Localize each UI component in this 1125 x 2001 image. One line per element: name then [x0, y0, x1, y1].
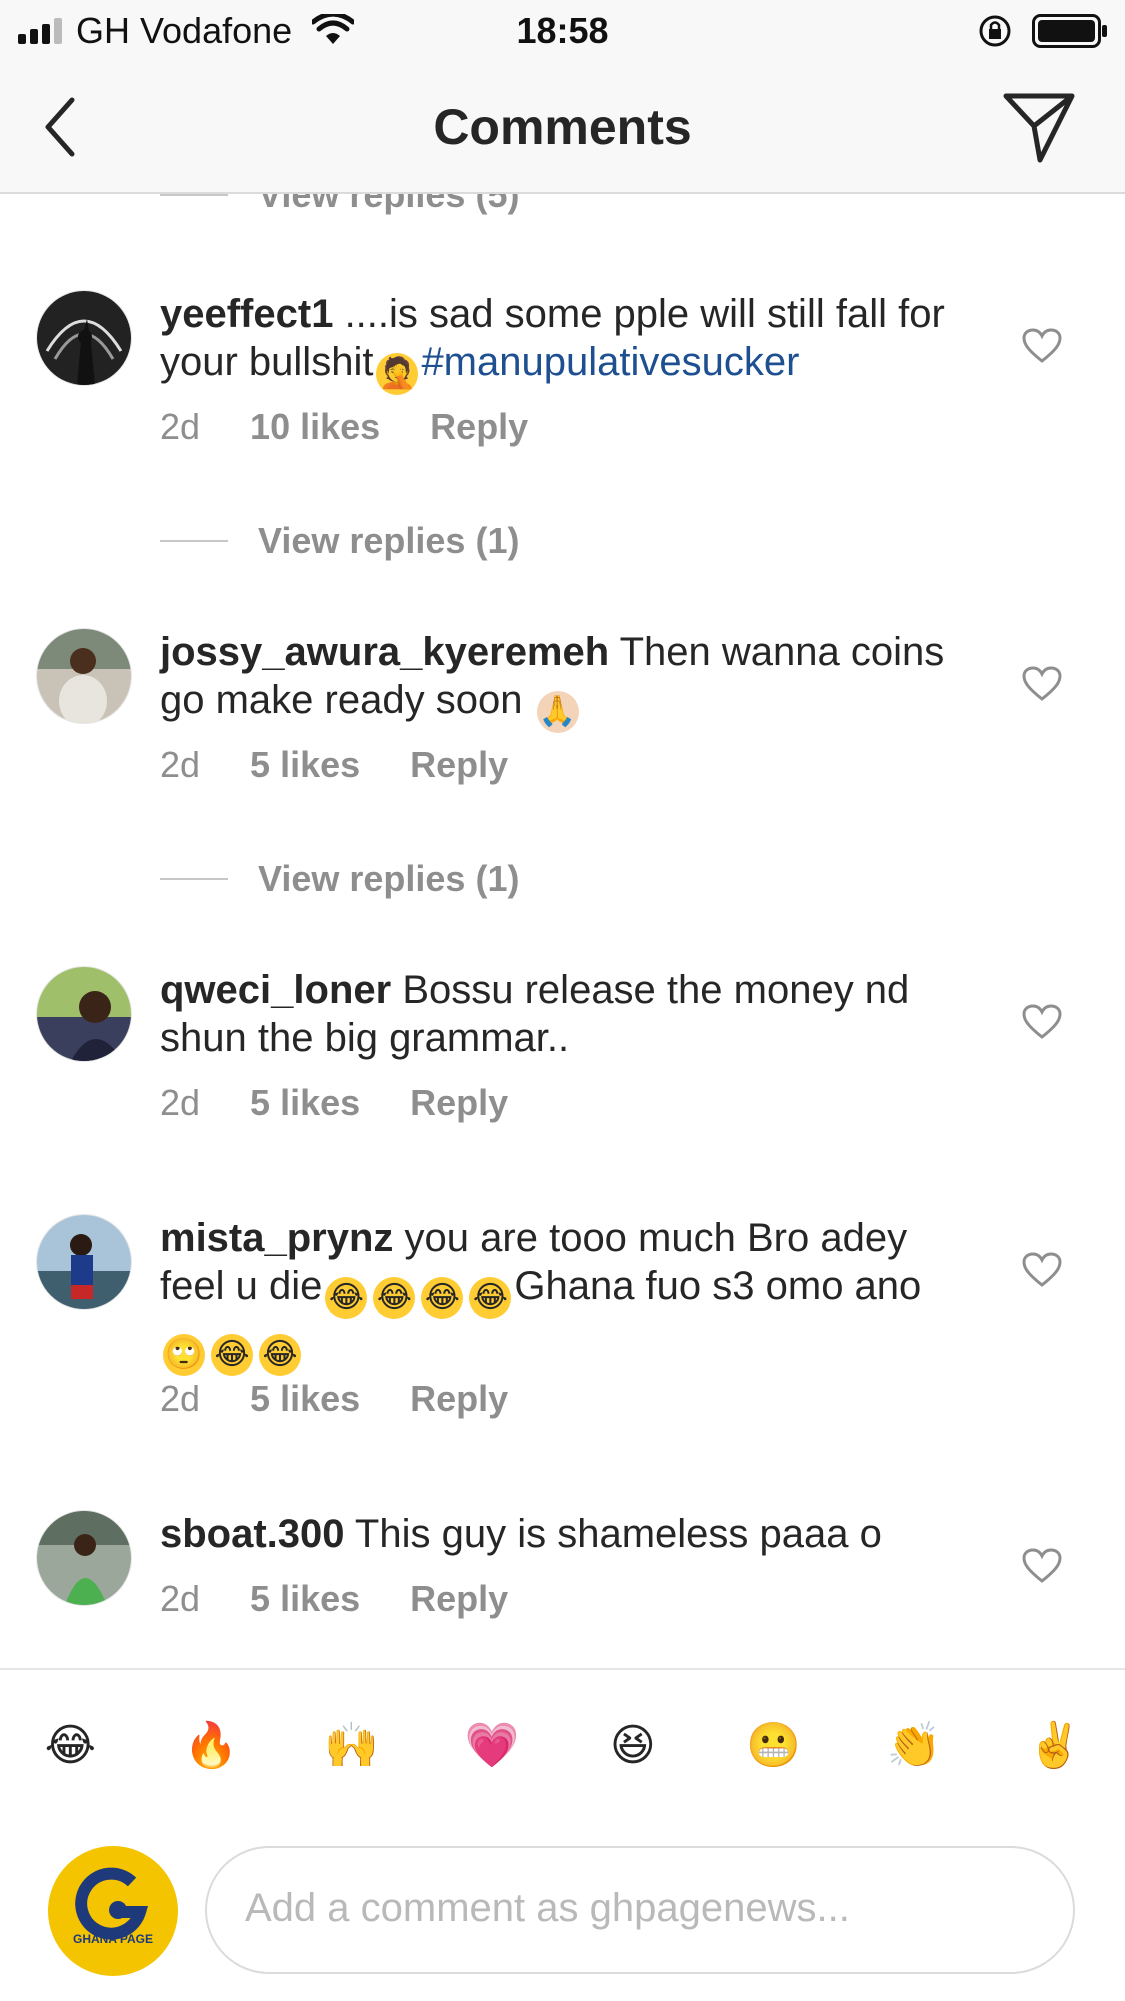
avatar[interactable]	[36, 290, 132, 386]
tears-of-joy-emoji-icon: 😂	[325, 1277, 368, 1319]
comment-username[interactable]: qweci_loner	[160, 968, 391, 1012]
comment-likes[interactable]: 10 likes	[250, 406, 380, 448]
comment-time: 2d	[160, 1578, 201, 1619]
comment-input-placeholder: Add a comment as ghpagenews...	[245, 1886, 850, 1930]
view-replies-link[interactable]: View replies (1)	[160, 856, 519, 902]
comment-username[interactable]: mista_prynz	[160, 1216, 393, 1260]
replies-divider	[160, 194, 228, 196]
page-title: Comments	[433, 99, 692, 155]
tears-of-joy-emoji-icon: 😂	[421, 1277, 464, 1319]
view-replies-link[interactable]: View replies (1)	[160, 518, 519, 564]
fire-emoji-button[interactable]: 🔥	[174, 1708, 248, 1782]
view-replies-link[interactable]: View replies (5)	[160, 194, 519, 218]
avatar[interactable]	[36, 1510, 132, 1606]
reply-button[interactable]: Reply	[430, 406, 528, 448]
comment-time: 2d	[160, 744, 201, 785]
tears-of-joy-emoji-icon: 😂	[373, 1277, 416, 1319]
facepalm-emoji-icon: 🤦	[376, 353, 419, 395]
eye-roll-emoji-icon: 🙄	[163, 1334, 205, 1376]
comment-username[interactable]: jossy_awura_kyeremeh	[160, 630, 609, 674]
my-avatar: GHANA PAGE	[48, 1846, 178, 1976]
battery-icon	[1032, 14, 1107, 48]
raised-hands-emoji-button[interactable]: 🙌	[315, 1708, 389, 1782]
comment-time: 2d	[160, 406, 201, 447]
replies-divider	[160, 878, 228, 880]
comment-username[interactable]: yeeffect1	[160, 292, 333, 336]
comment-likes[interactable]: 5 likes	[250, 744, 360, 786]
reply-button[interactable]: Reply	[410, 1378, 508, 1420]
grimacing-emoji-button[interactable]: 😬	[736, 1708, 810, 1782]
avatar[interactable]	[36, 1214, 132, 1310]
like-heart-icon[interactable]	[1022, 328, 1062, 364]
reply-button[interactable]: Reply	[410, 744, 508, 786]
comment-time: 2d	[160, 1082, 201, 1123]
comment-time: 2d	[160, 1378, 201, 1419]
comment-text: This guy is shameless paaa o	[354, 1512, 882, 1556]
tears-of-joy-emoji-icon: 😂	[469, 1277, 512, 1319]
comment-input[interactable]: Add a comment as ghpagenews...	[205, 1846, 1075, 1974]
orientation-lock-icon	[979, 15, 1011, 47]
folded-hands-emoji-icon: 🙏	[536, 691, 579, 733]
growing-heart-emoji-button[interactable]: 💗	[455, 1708, 529, 1782]
comment-username[interactable]: sboat.300	[160, 1512, 345, 1556]
tears-of-joy-emoji-icon: 😂	[259, 1334, 301, 1376]
replies-divider	[160, 540, 228, 542]
nav-bar: Comments	[0, 62, 1125, 194]
laughing-emoji-button[interactable]: 😆	[596, 1708, 670, 1782]
comment-text: Ghana fuo s3 omo ano	[514, 1264, 922, 1308]
comment-likes[interactable]: 5 likes	[250, 1082, 360, 1124]
like-heart-icon[interactable]	[1022, 1252, 1062, 1288]
reply-button[interactable]: Reply	[410, 1578, 508, 1620]
tears-of-joy-emoji-icon: 😂	[211, 1334, 253, 1376]
tears-of-joy-emoji-button[interactable]: 😂	[33, 1708, 107, 1782]
comment-likes[interactable]: 5 likes	[250, 1378, 360, 1420]
comments-list[interactable]: View replies (5) yeeffect1 ....is sad so…	[0, 194, 1125, 1668]
send-direct-button[interactable]	[1000, 88, 1078, 166]
victory-hand-emoji-button[interactable]: ✌️	[1018, 1708, 1092, 1782]
avatar[interactable]	[36, 628, 132, 724]
reply-button[interactable]: Reply	[410, 1082, 508, 1124]
clapping-emoji-button[interactable]: 👏	[877, 1708, 951, 1782]
status-bar: GH Vodafone 18:58	[0, 0, 1125, 62]
avatar[interactable]	[36, 966, 132, 1062]
like-heart-icon[interactable]	[1022, 1548, 1062, 1584]
comment-composer: GHANA PAGE Add a comment as ghpagenews..…	[0, 1820, 1125, 2001]
avatar-logo-text: GHANA PAGE	[72, 1932, 153, 1946]
clock: 18:58	[516, 10, 609, 51]
like-heart-icon[interactable]	[1022, 666, 1062, 702]
quick-emoji-bar: 😂 🔥 🙌 💗 😆 😬 👏 ✌️	[0, 1668, 1125, 1820]
comment-likes[interactable]: 5 likes	[250, 1578, 360, 1620]
hashtag-link[interactable]: #manupulativesucker	[421, 340, 799, 384]
like-heart-icon[interactable]	[1022, 1004, 1062, 1040]
